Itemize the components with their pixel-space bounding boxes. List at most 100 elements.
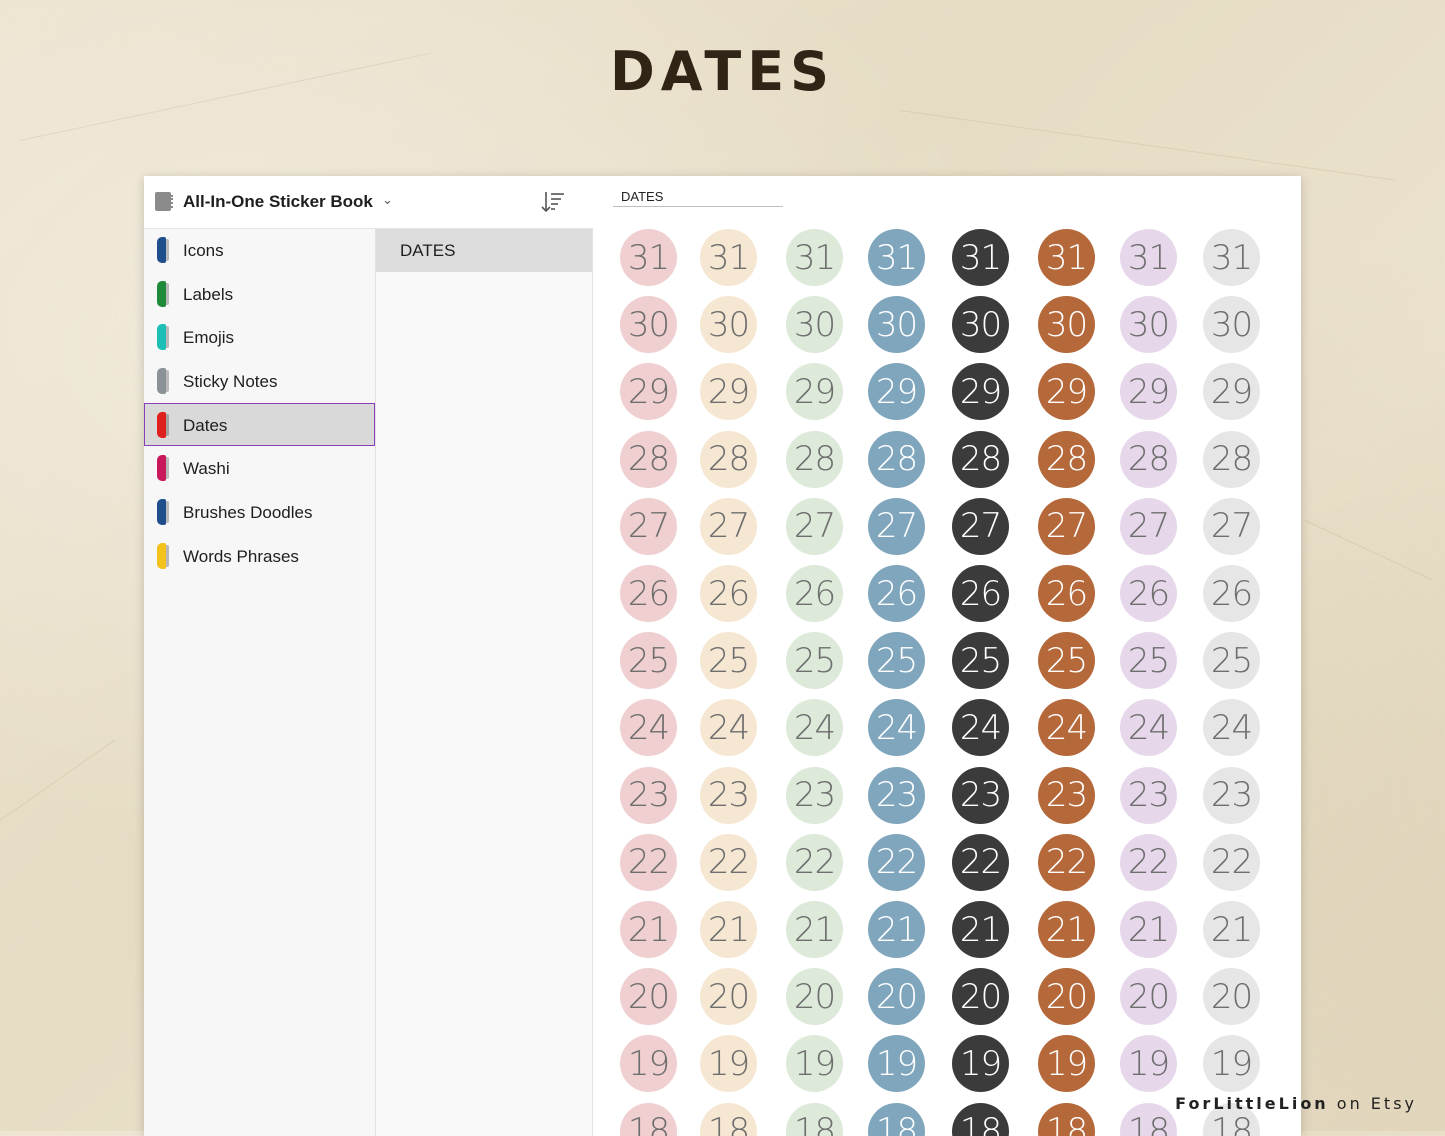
- date-sticker-24-sage[interactable]: 24: [786, 699, 843, 757]
- date-sticker-21-blue[interactable]: 21: [868, 901, 925, 958]
- date-sticker-30-blue[interactable]: 30: [868, 296, 925, 354]
- date-sticker-19-blue[interactable]: 19: [868, 1035, 925, 1093]
- date-sticker-25-grey[interactable]: 25: [1203, 632, 1260, 690]
- date-sticker-21-lilac[interactable]: 21: [1120, 901, 1177, 958]
- date-sticker-31-charcoal[interactable]: 31: [952, 229, 1009, 286]
- date-sticker-23-grey[interactable]: 23: [1203, 766, 1260, 824]
- date-sticker-26-pink[interactable]: 26: [620, 565, 677, 622]
- date-sticker-25-sage[interactable]: 25: [786, 632, 843, 690]
- date-sticker-21-pink[interactable]: 21: [620, 901, 677, 958]
- date-sticker-28-grey[interactable]: 28: [1203, 430, 1260, 488]
- date-sticker-23-lilac[interactable]: 23: [1120, 766, 1177, 824]
- date-sticker-21-grey[interactable]: 21: [1203, 901, 1260, 958]
- date-sticker-23-blue[interactable]: 23: [868, 766, 925, 824]
- date-sticker-24-rust[interactable]: 24: [1038, 699, 1095, 757]
- date-sticker-29-cream[interactable]: 29: [700, 363, 757, 421]
- date-sticker-26-charcoal[interactable]: 26: [952, 565, 1009, 622]
- date-sticker-24-cream[interactable]: 24: [700, 699, 757, 757]
- date-sticker-27-sage[interactable]: 27: [786, 497, 843, 555]
- date-sticker-27-pink[interactable]: 27: [620, 497, 677, 555]
- sidebar-item-icons[interactable]: Icons: [144, 228, 375, 272]
- date-sticker-26-lilac[interactable]: 26: [1120, 565, 1177, 622]
- date-sticker-25-pink[interactable]: 25: [620, 632, 677, 690]
- date-sticker-19-cream[interactable]: 19: [700, 1035, 757, 1093]
- sidebar-item-washi[interactable]: Washi: [144, 446, 375, 490]
- date-sticker-28-rust[interactable]: 28: [1038, 430, 1095, 488]
- date-sticker-23-rust[interactable]: 23: [1038, 766, 1095, 824]
- date-sticker-24-grey[interactable]: 24: [1203, 699, 1260, 757]
- date-sticker-29-lilac[interactable]: 29: [1120, 363, 1177, 421]
- date-sticker-31-blue[interactable]: 31: [868, 229, 925, 286]
- date-sticker-31-lilac[interactable]: 31: [1120, 229, 1177, 286]
- date-sticker-29-sage[interactable]: 29: [786, 363, 843, 421]
- date-sticker-26-blue[interactable]: 26: [868, 565, 925, 622]
- date-sticker-21-rust[interactable]: 21: [1038, 901, 1095, 958]
- sidebar-item-sticky-notes[interactable]: Sticky Notes: [144, 359, 375, 403]
- date-sticker-23-sage[interactable]: 23: [786, 766, 843, 824]
- date-sticker-20-lilac[interactable]: 20: [1120, 968, 1177, 1026]
- date-sticker-21-cream[interactable]: 21: [700, 901, 757, 958]
- date-sticker-25-charcoal[interactable]: 25: [952, 632, 1009, 690]
- date-sticker-28-lilac[interactable]: 28: [1120, 430, 1177, 488]
- date-sticker-30-sage[interactable]: 30: [786, 296, 843, 354]
- date-sticker-26-cream[interactable]: 26: [700, 565, 757, 622]
- date-sticker-20-blue[interactable]: 20: [868, 968, 925, 1026]
- date-sticker-30-charcoal[interactable]: 30: [952, 296, 1009, 354]
- date-sticker-27-cream[interactable]: 27: [700, 497, 757, 555]
- date-sticker-19-lilac[interactable]: 19: [1120, 1035, 1177, 1093]
- date-sticker-20-cream[interactable]: 20: [700, 968, 757, 1026]
- date-sticker-28-cream[interactable]: 28: [700, 430, 757, 488]
- date-sticker-31-rust[interactable]: 31: [1038, 229, 1095, 286]
- date-sticker-21-sage[interactable]: 21: [786, 901, 843, 958]
- sidebar-item-words-phrases[interactable]: Words Phrases: [144, 534, 375, 578]
- date-sticker-29-charcoal[interactable]: 29: [952, 363, 1009, 421]
- date-sticker-20-rust[interactable]: 20: [1038, 968, 1095, 1026]
- date-sticker-31-pink[interactable]: 31: [620, 229, 677, 286]
- date-sticker-23-cream[interactable]: 23: [700, 766, 757, 824]
- date-sticker-19-pink[interactable]: 19: [620, 1035, 677, 1093]
- date-sticker-19-rust[interactable]: 19: [1038, 1035, 1095, 1093]
- date-sticker-29-blue[interactable]: 29: [868, 363, 925, 421]
- date-sticker-22-charcoal[interactable]: 22: [952, 833, 1009, 891]
- date-sticker-28-blue[interactable]: 28: [868, 430, 925, 488]
- sort-icon[interactable]: [540, 190, 566, 214]
- date-sticker-19-charcoal[interactable]: 19: [952, 1035, 1009, 1093]
- date-sticker-29-pink[interactable]: 29: [620, 363, 677, 421]
- date-sticker-26-grey[interactable]: 26: [1203, 565, 1260, 622]
- sidebar-item-emojis[interactable]: Emojis: [144, 315, 375, 359]
- date-sticker-22-sage[interactable]: 22: [786, 833, 843, 891]
- date-sticker-24-pink[interactable]: 24: [620, 699, 677, 757]
- date-sticker-22-rust[interactable]: 22: [1038, 833, 1095, 891]
- date-sticker-25-blue[interactable]: 25: [868, 632, 925, 690]
- sidebar-item-brushes-doodles[interactable]: Brushes Doodles: [144, 490, 375, 534]
- date-sticker-20-pink[interactable]: 20: [620, 968, 677, 1026]
- date-sticker-27-rust[interactable]: 27: [1038, 497, 1095, 555]
- date-sticker-20-sage[interactable]: 20: [786, 968, 843, 1026]
- date-sticker-22-grey[interactable]: 22: [1203, 833, 1260, 891]
- date-sticker-21-charcoal[interactable]: 21: [952, 901, 1009, 958]
- date-sticker-24-blue[interactable]: 24: [868, 699, 925, 757]
- date-sticker-22-lilac[interactable]: 22: [1120, 833, 1177, 891]
- sidebar-item-labels[interactable]: Labels: [144, 272, 375, 316]
- date-sticker-28-pink[interactable]: 28: [620, 430, 677, 488]
- date-sticker-26-rust[interactable]: 26: [1038, 565, 1095, 622]
- date-sticker-23-charcoal[interactable]: 23: [952, 766, 1009, 824]
- date-sticker-30-cream[interactable]: 30: [700, 296, 757, 354]
- date-sticker-31-sage[interactable]: 31: [786, 229, 843, 286]
- date-sticker-27-blue[interactable]: 27: [868, 497, 925, 555]
- date-sticker-20-charcoal[interactable]: 20: [952, 968, 1009, 1026]
- date-sticker-28-charcoal[interactable]: 28: [952, 430, 1009, 488]
- date-sticker-29-rust[interactable]: 29: [1038, 363, 1095, 421]
- date-sticker-22-blue[interactable]: 22: [868, 833, 925, 891]
- date-sticker-24-charcoal[interactable]: 24: [952, 699, 1009, 757]
- date-sticker-22-pink[interactable]: 22: [620, 833, 677, 891]
- date-sticker-26-sage[interactable]: 26: [786, 565, 843, 622]
- date-sticker-31-cream[interactable]: 31: [700, 229, 757, 286]
- date-sticker-29-grey[interactable]: 29: [1203, 363, 1260, 421]
- date-sticker-30-lilac[interactable]: 30: [1120, 296, 1177, 354]
- date-sticker-19-sage[interactable]: 19: [786, 1035, 843, 1093]
- chevron-down-icon[interactable]: ⌄: [382, 192, 393, 208]
- date-sticker-27-charcoal[interactable]: 27: [952, 497, 1009, 555]
- date-sticker-25-cream[interactable]: 25: [700, 632, 757, 690]
- date-sticker-30-grey[interactable]: 30: [1203, 296, 1260, 354]
